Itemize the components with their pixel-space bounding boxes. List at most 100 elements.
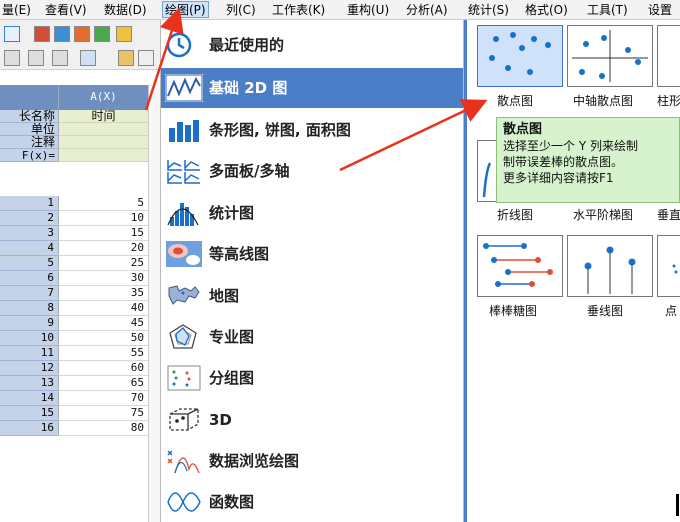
- thumb-scatter[interactable]: [477, 25, 563, 87]
- menu-worksheet[interactable]: 工作表(K): [272, 2, 325, 19]
- grid-icon[interactable]: [138, 50, 154, 66]
- thumb-label-scatter: 散点图: [497, 94, 534, 108]
- column-b[interactable]: [148, 85, 160, 522]
- plot-menu-item-map[interactable]: 地图: [161, 276, 463, 316]
- table-cell[interactable]: 50: [58, 331, 148, 346]
- thumb-label-step: 水平阶梯图: [573, 208, 634, 222]
- table-cell[interactable]: 55: [58, 346, 148, 361]
- menu-view[interactable]: 查看(V): [45, 2, 87, 19]
- tooltip-line-2: 制带误差棒的散点图。: [503, 155, 624, 169]
- new-notes-icon[interactable]: [94, 26, 110, 42]
- menu-format[interactable]: 格式(O): [525, 2, 568, 19]
- comments-cell[interactable]: [58, 136, 148, 149]
- plot-menu-item-specialized[interactable]: 专业图: [161, 317, 463, 357]
- row-number[interactable]: 12: [0, 361, 58, 376]
- row-number[interactable]: 2: [0, 211, 58, 226]
- table-cell[interactable]: 70: [58, 391, 148, 406]
- row-number[interactable]: 3: [0, 226, 58, 241]
- table-cell[interactable]: 15: [58, 226, 148, 241]
- table-cell[interactable]: 40: [58, 301, 148, 316]
- menu-analysis[interactable]: 分析(A): [406, 2, 448, 19]
- map-icon: [168, 285, 200, 305]
- table-cell[interactable]: 30: [58, 271, 148, 286]
- thumb-label-dot: 点: [665, 304, 678, 318]
- menu-tools[interactable]: 工具(T): [587, 2, 628, 19]
- fx-cell[interactable]: [58, 149, 148, 162]
- menu-settings[interactable]: 设置: [648, 2, 672, 19]
- row-number[interactable]: 8: [0, 301, 58, 316]
- menu-reshape[interactable]: 重构(U): [347, 2, 389, 19]
- plot-menu-item-multi-panel[interactable]: 多面板/多轴: [161, 151, 463, 191]
- table-cell[interactable]: 10: [58, 211, 148, 226]
- table-cell[interactable]: 80: [58, 421, 148, 436]
- data-explore-icon: [167, 450, 200, 474]
- plot-menu-item-basic-2d[interactable]: 基础 2D 图: [161, 68, 463, 108]
- radar-icon: [169, 324, 197, 349]
- row-number[interactable]: 10: [0, 331, 58, 346]
- thumb-column[interactable]: [657, 25, 680, 87]
- table-cell[interactable]: 65: [58, 376, 148, 391]
- set-column-icon[interactable]: [28, 50, 44, 66]
- row-number[interactable]: 6: [0, 271, 58, 286]
- row-number[interactable]: 16: [0, 421, 58, 436]
- scatter-icon: [489, 32, 551, 75]
- corner-cell[interactable]: [0, 85, 58, 110]
- new-graph-icon[interactable]: [54, 26, 70, 42]
- menu-column[interactable]: 列(C): [226, 2, 256, 19]
- menu-edit[interactable]: 量(E): [2, 2, 31, 19]
- worksheet: A(X) 长名称 单位 注释 F(x)= 时间 1 5 2 10 3 15 4 20 5 25 6 3…: [0, 85, 160, 522]
- pin-icon[interactable]: [52, 50, 68, 66]
- long-name-cell[interactable]: 时间: [58, 110, 148, 123]
- plot-menu-item-bar-pie-area[interactable]: 条形图, 饼图, 面积图: [161, 110, 463, 150]
- plot-menu-item-statistics[interactable]: 统计图: [161, 193, 463, 233]
- open-icon[interactable]: [116, 26, 132, 42]
- paint-icon[interactable]: [118, 50, 134, 66]
- table-cell[interactable]: 45: [58, 316, 148, 331]
- plot-menu-item-grouped[interactable]: 分组图: [161, 358, 463, 398]
- row-number[interactable]: 13: [0, 376, 58, 391]
- thumb-drop-line[interactable]: [567, 235, 653, 297]
- column-icon: [658, 26, 680, 86]
- menu-bar: 量(E) 查看(V) 数据(D) 绘图(P) 列(C) 工作表(K) 重构(U)…: [0, 0, 680, 20]
- new-plot-icon[interactable]: [4, 26, 20, 42]
- plot-gallery: 散点图 中轴散点图 柱形 折线图 水平阶梯图 垂直 棒棒糖图 垂线图 点: [464, 20, 680, 522]
- row-number[interactable]: 1: [0, 196, 58, 211]
- thumb-label-center-scatter: 中轴散点图: [573, 94, 634, 108]
- table-cell[interactable]: 5: [58, 196, 148, 211]
- row-number[interactable]: 15: [0, 406, 58, 421]
- table-cell[interactable]: 75: [58, 406, 148, 421]
- row-number[interactable]: 9: [0, 316, 58, 331]
- table-cell[interactable]: 25: [58, 256, 148, 271]
- row-number[interactable]: 5: [0, 256, 58, 271]
- plot-menu-item-recent[interactable]: 最近使用的: [161, 25, 463, 65]
- bar-chart-icon: [169, 120, 199, 142]
- undo-icon[interactable]: [80, 50, 96, 66]
- row-number[interactable]: 14: [0, 391, 58, 406]
- row-number[interactable]: 7: [0, 286, 58, 301]
- drop-line-icon: [584, 246, 636, 294]
- plot-menu-item-3d[interactable]: 3D: [161, 400, 463, 440]
- thumb-center-scatter[interactable]: [567, 25, 653, 87]
- menu-plot[interactable]: 绘图(P): [162, 1, 209, 18]
- table-cell[interactable]: 35: [58, 286, 148, 301]
- table-cell[interactable]: 60: [58, 361, 148, 376]
- menu-data[interactable]: 数据(D): [104, 2, 147, 19]
- plot-menu-item-function[interactable]: 函数图: [161, 482, 463, 522]
- row-number[interactable]: 11: [0, 346, 58, 361]
- thumb-label-lollipop: 棒棒糖图: [489, 304, 538, 318]
- menu-statistics[interactable]: 统计(S): [468, 2, 509, 19]
- cube-icon: [169, 408, 199, 431]
- dot-icon: [672, 264, 678, 274]
- row-number[interactable]: 4: [0, 241, 58, 256]
- units-cell[interactable]: [58, 123, 148, 136]
- thumb-dot[interactable]: [657, 235, 680, 297]
- plot-menu-item-contour[interactable]: 等高线图: [161, 234, 463, 274]
- column-header-a[interactable]: A(X): [58, 85, 148, 110]
- new-workbook-icon[interactable]: [34, 26, 50, 42]
- new-matrix-icon[interactable]: [74, 26, 90, 42]
- thumb-lollipop[interactable]: [477, 235, 563, 297]
- add-column-icon[interactable]: [4, 50, 20, 66]
- table-cell[interactable]: 20: [58, 241, 148, 256]
- plot-menu-item-data-explore[interactable]: 数据浏览绘图: [161, 441, 463, 481]
- tooltip-line-1: 选择至少一个 Y 列来绘制: [503, 139, 638, 153]
